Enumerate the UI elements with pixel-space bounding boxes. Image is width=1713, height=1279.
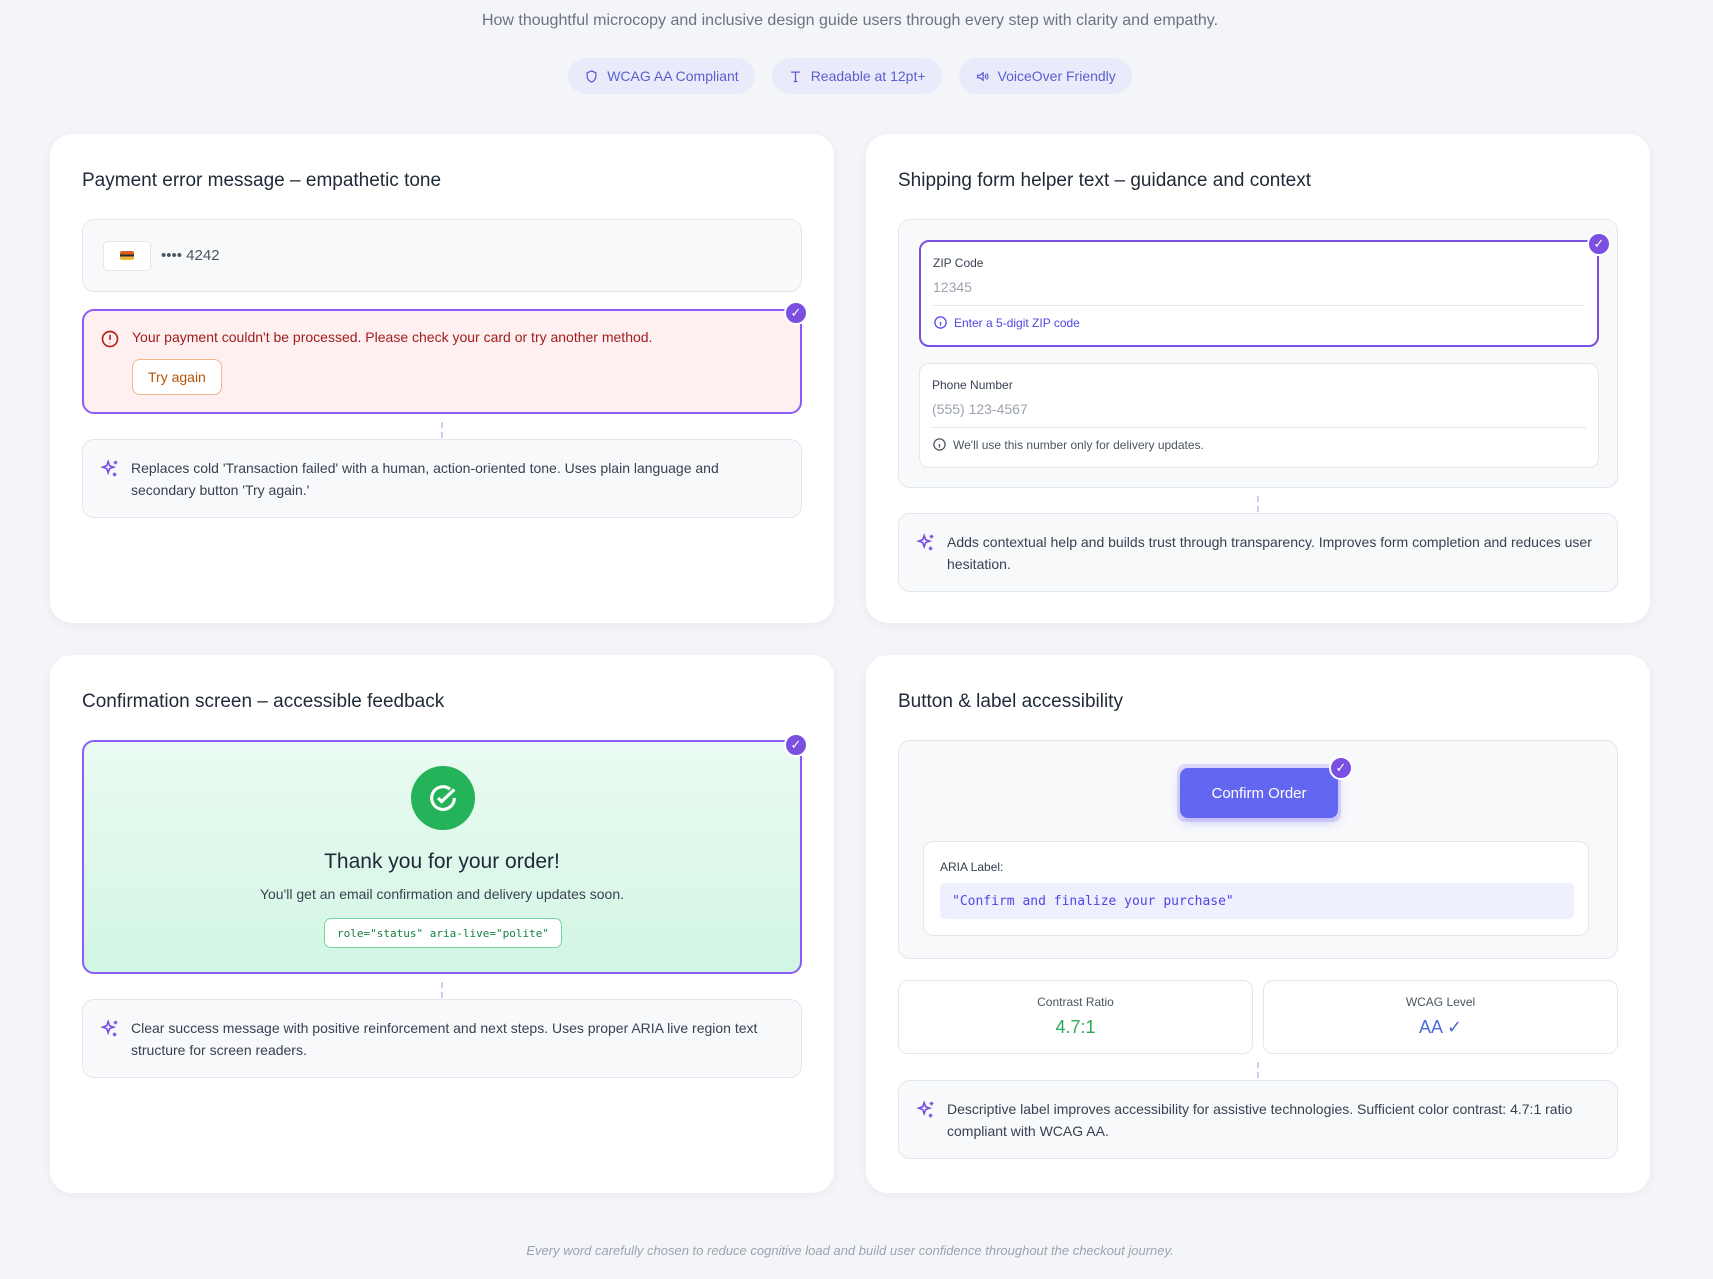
success-heading: Thank you for your order! (324, 850, 560, 873)
zip-code-field[interactable]: ZIP Code 12345 Enter a 5-digit ZIP code (919, 240, 1599, 347)
text-icon (790, 71, 800, 82)
speaker-icon (976, 70, 989, 82)
wcag-level-stat: WCAG Level AA ✓ (1263, 980, 1618, 1054)
check-badge-icon: ✓ (784, 301, 808, 325)
note-text: Adds contextual help and builds trust th… (947, 534, 1592, 572)
badge-label: WCAG AA Compliant (607, 68, 739, 84)
success-message-panel: Thank you for your order! You'll get an … (82, 740, 802, 974)
error-message: Your payment couldn't be processed. Plea… (132, 329, 653, 345)
note-text: Descriptive label improves accessibility… (947, 1101, 1573, 1139)
card-number: •••• 4242 (161, 247, 220, 264)
connector-line (441, 422, 443, 438)
aria-caption: ARIA Label: (940, 860, 1004, 874)
success-check-icon (411, 766, 475, 830)
aria-label-box: ARIA Label: "Confirm and finalize your p… (923, 841, 1589, 936)
sparkles-icon (100, 459, 118, 477)
connector-line (441, 982, 443, 998)
card-title: Button & label accessibility (898, 691, 1123, 712)
note-text: Replaces cold 'Transaction failed' with … (131, 460, 719, 498)
field-label: Phone Number (932, 378, 1013, 392)
badge-readable: Readable at 12pt+ (771, 58, 942, 94)
zip-code-input[interactable]: 12345 (933, 279, 1585, 306)
stat-label: Contrast Ratio (1037, 995, 1114, 1009)
form-panel: ZIP Code 12345 Enter a 5-digit ZIP code … (898, 219, 1618, 488)
card-brand-icon (103, 240, 151, 271)
saved-card-row[interactable]: •••• 4242 (82, 219, 802, 292)
helper-text: Enter a 5-digit ZIP code (933, 315, 1585, 330)
card-title: Shipping form helper text – guidance and… (898, 170, 1311, 191)
field-label: ZIP Code (933, 256, 984, 270)
badge-label: Readable at 12pt+ (810, 68, 926, 84)
badge-label: VoiceOver Friendly (997, 68, 1116, 84)
check-badge-icon: ✓ (1329, 756, 1353, 780)
check-badge-icon: ✓ (784, 733, 808, 757)
design-note: Adds contextual help and builds trust th… (898, 513, 1618, 592)
stat-value: AA ✓ (1418, 1017, 1463, 1037)
connector-line (1257, 496, 1259, 512)
badge-voiceover: VoiceOver Friendly (958, 58, 1132, 94)
try-again-button[interactable]: Try again (132, 359, 222, 395)
shipping-form-card: Shipping form helper text – guidance and… (866, 134, 1650, 623)
helper-text: We'll use this number only for delivery … (932, 437, 1586, 452)
page-footer: Every word carefully chosen to reduce co… (526, 1243, 1174, 1258)
design-note: Descriptive label improves accessibility… (898, 1080, 1618, 1159)
success-subtext: You'll get an email confirmation and del… (259, 886, 625, 902)
payment-error-alert: Your payment couldn't be processed. Plea… (82, 309, 802, 414)
badge-row: WCAG AA Compliant Readable at 12pt+ Voic… (0, 58, 1700, 94)
info-icon (933, 438, 946, 451)
alert-circle-icon (101, 330, 119, 348)
contrast-ratio-stat: Contrast Ratio 4.7:1 (898, 980, 1253, 1054)
shield-icon (586, 69, 597, 83)
button-demo-panel: Confirm Order ✓ ARIA Label: "Confirm and… (898, 740, 1618, 959)
aria-code-chip: role="status" aria-live="polite" (324, 918, 562, 948)
payment-error-card: Payment error message – empathetic tone … (50, 134, 834, 623)
focus-ring: Confirm Order (1177, 764, 1341, 822)
info-icon (934, 316, 947, 329)
sparkles-icon (916, 1100, 934, 1118)
badge-wcag: WCAG AA Compliant (568, 58, 755, 94)
design-note: Replaces cold 'Transaction failed' with … (82, 439, 802, 518)
stat-label: WCAG Level (1405, 995, 1476, 1009)
connector-line (1257, 1062, 1259, 1078)
confirmation-card: Confirmation screen – accessible feedbac… (50, 655, 834, 1193)
design-note: Clear success message with positive rein… (82, 999, 802, 1078)
confirm-order-button[interactable]: Confirm Order (1180, 768, 1338, 818)
sparkles-icon (916, 533, 934, 551)
stat-value: 4.7:1 (1055, 1017, 1096, 1037)
card-title: Confirmation screen – accessible feedbac… (82, 691, 445, 712)
card-title: Payment error message – empathetic tone (82, 170, 442, 191)
helper-label: Enter a 5-digit ZIP code (954, 315, 1080, 330)
note-text: Clear success message with positive rein… (131, 1020, 758, 1058)
aria-label-value: "Confirm and finalize your purchase" (940, 883, 1574, 919)
check-badge-icon: ✓ (1587, 232, 1611, 256)
phone-number-field[interactable]: Phone Number (555) 123-4567 We'll use th… (919, 363, 1599, 468)
helper-label: We'll use this number only for delivery … (953, 437, 1204, 452)
page-subtitle: How thoughtful microcopy and inclusive d… (481, 12, 1219, 29)
phone-number-input[interactable]: (555) 123-4567 (932, 401, 1586, 428)
sparkles-icon (100, 1019, 118, 1037)
button-accessibility-card: Button & label accessibility Confirm Ord… (866, 655, 1650, 1193)
